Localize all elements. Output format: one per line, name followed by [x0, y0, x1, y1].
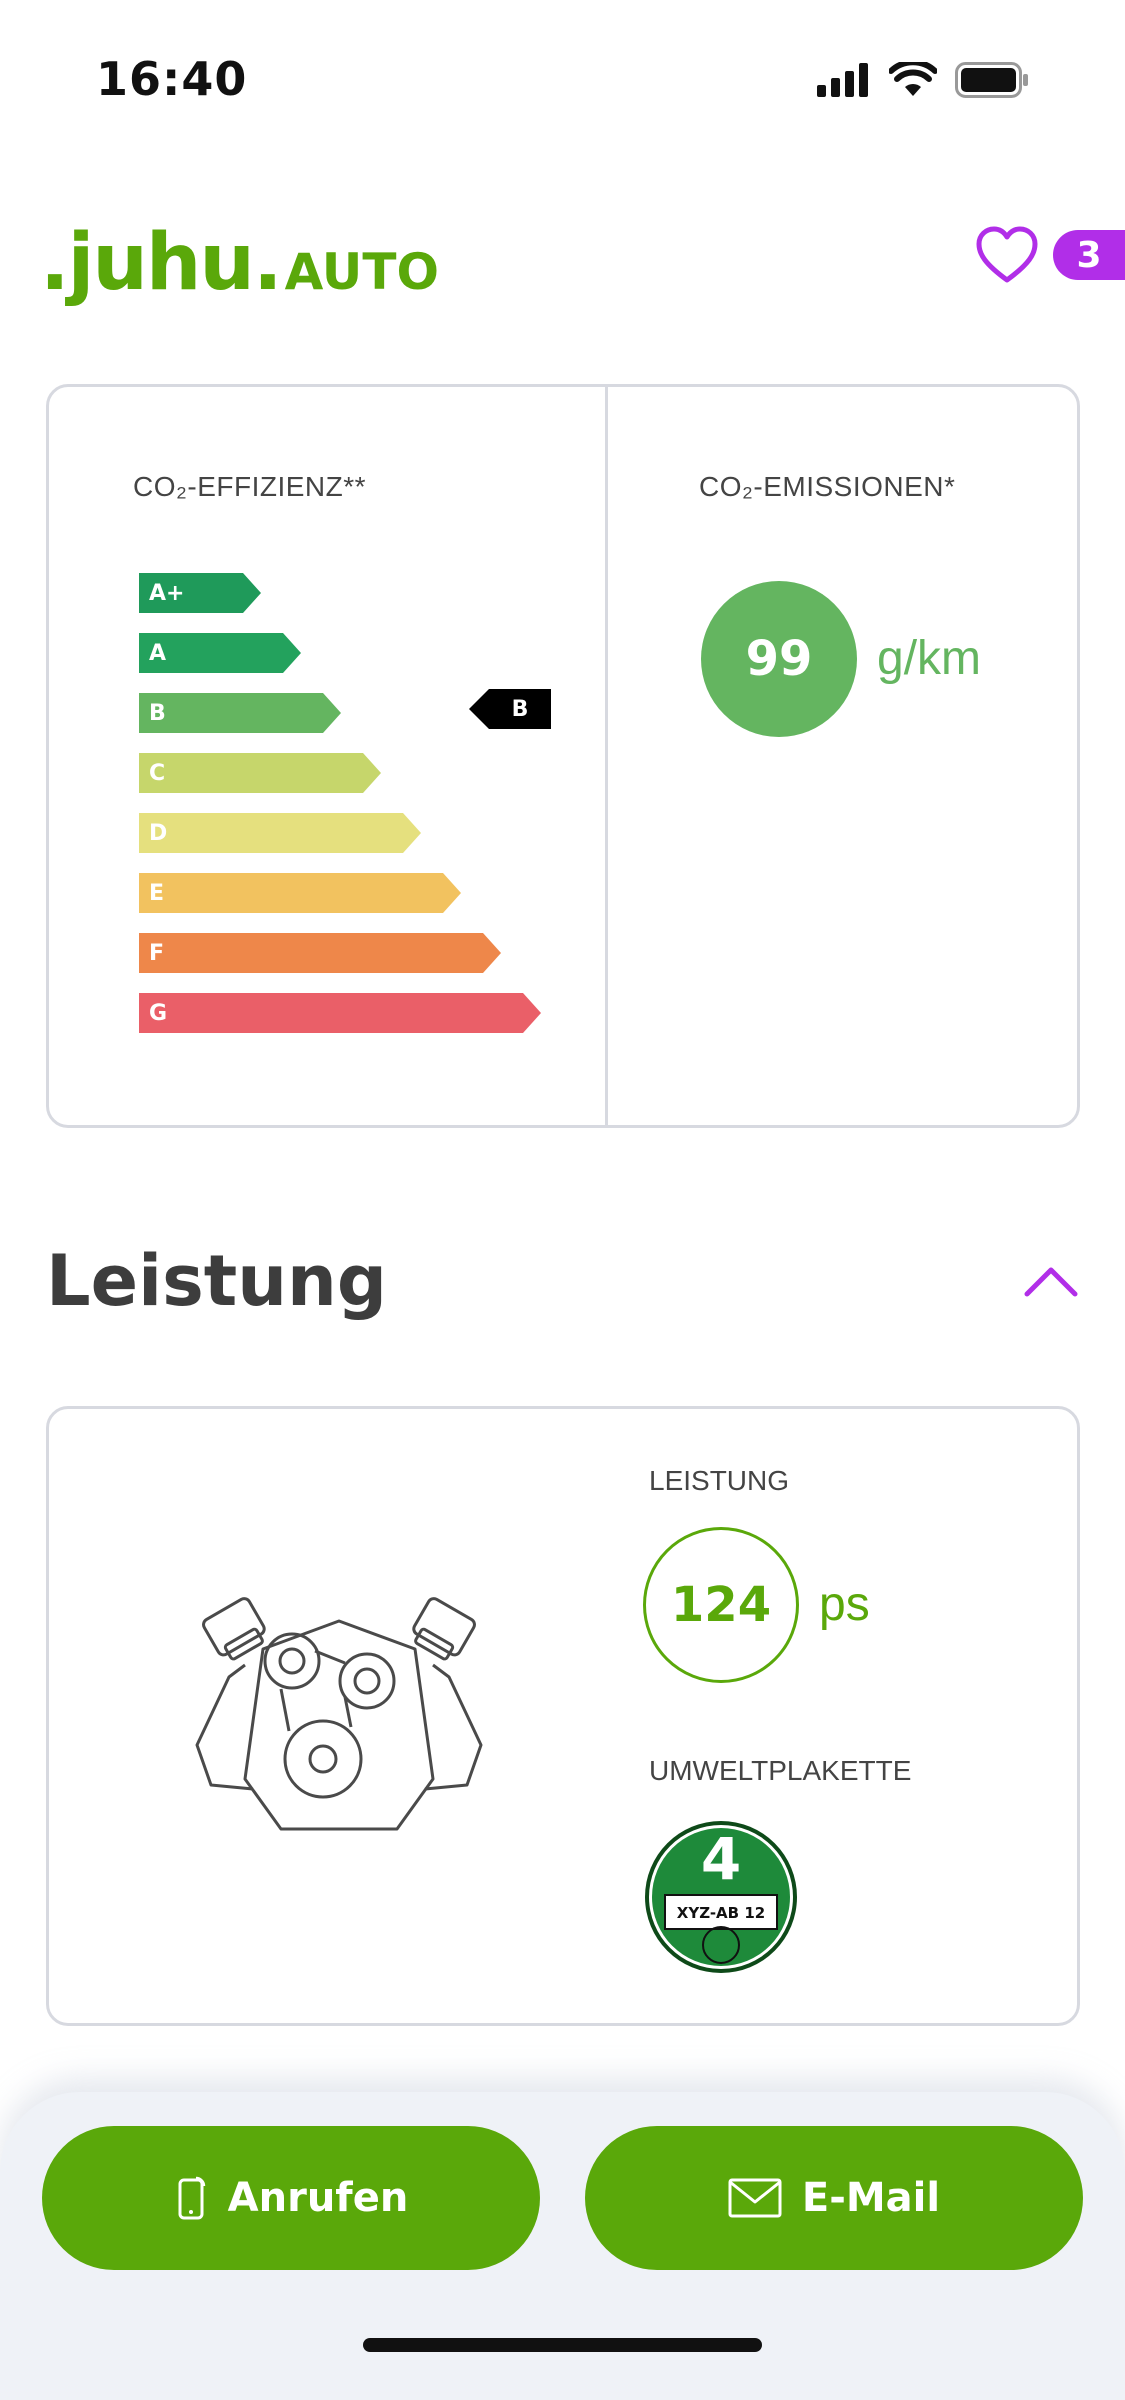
logo-sub: AUTO [284, 243, 439, 301]
mail-icon [728, 2178, 782, 2218]
efficiency-bar: C [139, 753, 381, 793]
call-button-label: Anrufen [227, 2175, 409, 2221]
card-divider [605, 387, 608, 1125]
efficiency-bar: D [139, 813, 421, 853]
battery-icon [955, 62, 1028, 98]
wifi-icon [889, 62, 937, 96]
emission-unit: g/km [877, 632, 982, 685]
favorites-button[interactable]: 3 [975, 226, 1125, 284]
favorites-count-badge: 3 [1053, 230, 1125, 280]
efficiency-bar-label: A+ [139, 573, 243, 613]
bottom-action-bar: Anrufen E-Mail [0, 2092, 1125, 2400]
chevron-up-icon[interactable] [1023, 1262, 1079, 1298]
status-icons [817, 62, 1029, 98]
logo[interactable]: .juhu. AUTO [40, 218, 439, 308]
emission-value: 99 [701, 581, 857, 737]
efficiency-bar: G [139, 993, 541, 1033]
status-time: 16:40 [96, 52, 248, 106]
performance-card: LEISTUNG 124 ps UMWELTPLAKETTE 4 XYZ-AB … [46, 1406, 1080, 2026]
power-value: 124 [643, 1527, 799, 1683]
power-label: LEISTUNG [649, 1465, 790, 1496]
environment-sticker: 4 XYZ-AB 12 [645, 1821, 797, 1973]
efficiency-current-marker: B [469, 689, 551, 729]
efficiency-bar-label: B [139, 693, 323, 733]
co2-efficiency-label: CO₂-EFFIZIENZ** [133, 471, 367, 502]
power-unit: ps [819, 1578, 870, 1631]
efficiency-bar: B [139, 693, 341, 733]
heart-icon [976, 226, 1038, 283]
efficiency-bar-label: F [139, 933, 483, 973]
signal-icon [817, 63, 868, 97]
efficiency-bar-label: D [139, 813, 403, 853]
email-button[interactable]: E-Mail [585, 2126, 1083, 2270]
efficiency-bar: A+ [139, 573, 261, 613]
status-bar: 16:40 [0, 0, 1125, 150]
section-title-leistung: Leistung [46, 1240, 387, 1322]
efficiency-bar: E [139, 873, 461, 913]
engine-icon [195, 1597, 483, 1831]
co2-card: CO₂-EFFIZIENZ** B A+ A B C D E F G CO₂-EMISSION… [46, 384, 1080, 1128]
app-header: .juhu. AUTO 3 [0, 200, 1125, 320]
efficiency-bar: A [139, 633, 301, 673]
phone-icon [178, 2176, 205, 2220]
efficiency-bar: F [139, 933, 501, 973]
sticker-plate: XYZ-AB 12 [677, 1904, 765, 1922]
logo-main: .juhu. [40, 218, 283, 308]
home-indicator [363, 2338, 762, 2352]
call-button[interactable]: Anrufen [42, 2126, 540, 2270]
sticker-number: 4 [701, 1825, 741, 1893]
efficiency-bar-label: E [139, 873, 443, 913]
efficiency-bar-label: C [139, 753, 363, 793]
co2-emissions-label: CO₂-EMISSIONEN* [699, 471, 956, 502]
sticker-label: UMWELTPLAKETTE [649, 1755, 912, 1786]
email-button-label: E-Mail [801, 2175, 941, 2221]
efficiency-bar-label: G [139, 993, 523, 1033]
efficiency-current-label: B [489, 689, 551, 729]
efficiency-bar-label: A [139, 633, 283, 673]
